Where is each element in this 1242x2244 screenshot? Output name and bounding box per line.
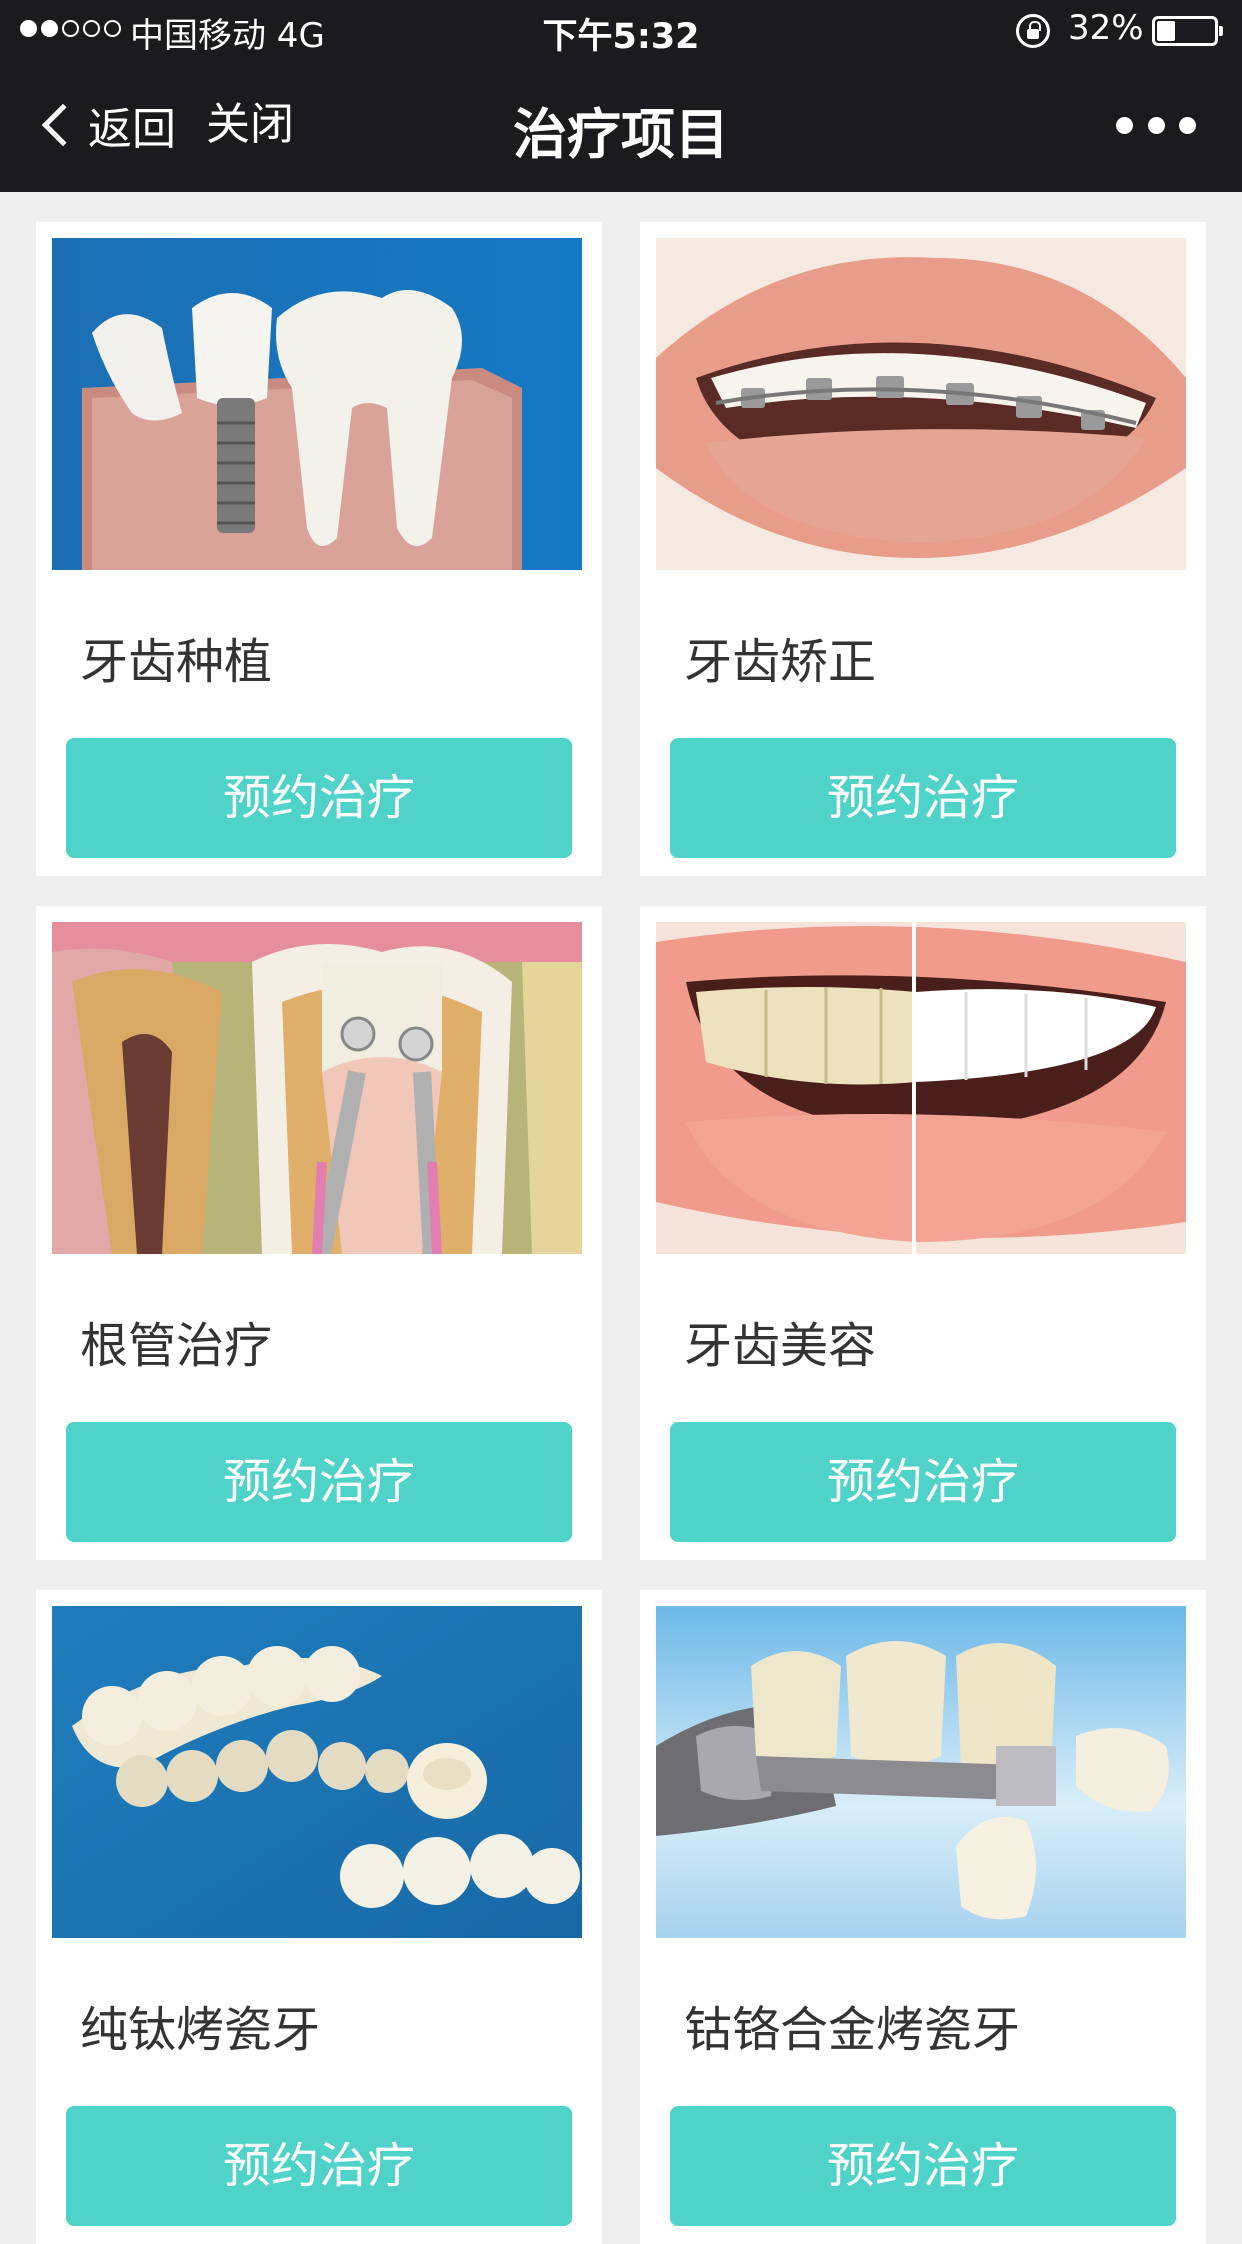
orientation-lock-icon (1016, 14, 1050, 48)
treatment-title: 牙齿矫正 (684, 634, 877, 690)
treatment-grid: 牙齿种植 预约治疗 牙齿矫正 预约治疗 根管治疗 预约治疗 牙齿美容 预约治疗 … (0, 192, 1242, 2244)
root-canal-image (52, 922, 582, 1254)
treatment-title: 纯钛烤瓷牙 (80, 2002, 321, 2058)
treatment-card-cosmetic[interactable]: 牙齿美容 预约治疗 (640, 906, 1206, 1560)
treatment-card-implant[interactable]: 牙齿种植 预约治疗 (36, 222, 602, 876)
treatment-title: 根管治疗 (80, 1318, 273, 1374)
treatment-title: 牙齿美容 (684, 1318, 877, 1374)
more-options-button[interactable] (1116, 108, 1196, 142)
top-bar: 中国移动 4G 下午5:32 32% 返回 关闭 治疗项目 (0, 0, 1242, 192)
back-button[interactable]: 返回 (38, 92, 176, 158)
battery-fill (1157, 21, 1175, 41)
chevron-left-icon (41, 103, 85, 147)
treatment-card-titanium[interactable]: 纯钛烤瓷牙 预约治疗 (36, 1590, 602, 2244)
book-treatment-button[interactable]: 预约治疗 (670, 738, 1176, 858)
book-treatment-button[interactable]: 预约治疗 (670, 1422, 1176, 1542)
nav-bar: 返回 关闭 治疗项目 (0, 62, 1242, 192)
orthodontics-image (656, 238, 1186, 570)
treatment-title: 牙齿种植 (80, 634, 273, 690)
more-dot-icon (1147, 116, 1165, 134)
treatment-card-root-canal[interactable]: 根管治疗 预约治疗 (36, 906, 602, 1560)
status-bar: 中国移动 4G 下午5:32 32% (0, 0, 1242, 62)
treatment-card-orthodontics[interactable]: 牙齿矫正 预约治疗 (640, 222, 1206, 876)
cobalt-chromium-crown-image (656, 1606, 1186, 1938)
book-treatment-button[interactable]: 预约治疗 (66, 738, 572, 858)
page-title: 治疗项目 (513, 103, 729, 166)
book-treatment-button[interactable]: 预约治疗 (670, 2106, 1176, 2226)
book-treatment-button[interactable]: 预约治疗 (66, 1422, 572, 1542)
more-dot-icon (1116, 116, 1133, 134)
more-dot-icon (1179, 116, 1196, 134)
treatment-card-cobalt-chromium[interactable]: 钴铬合金烤瓷牙 预约治疗 (640, 1590, 1206, 2244)
battery-percent: 32% (1068, 8, 1144, 48)
battery-icon (1152, 16, 1223, 46)
close-button[interactable]: 关闭 (206, 92, 294, 158)
book-treatment-button[interactable]: 预约治疗 (66, 2106, 572, 2226)
status-time: 下午5:32 (542, 17, 700, 57)
back-label: 返回 (88, 104, 176, 155)
implant-image (52, 238, 582, 570)
treatment-title: 钴铬合金烤瓷牙 (684, 2002, 1021, 2058)
titanium-crown-image (52, 1606, 582, 1938)
cosmetic-image (656, 922, 1186, 1254)
